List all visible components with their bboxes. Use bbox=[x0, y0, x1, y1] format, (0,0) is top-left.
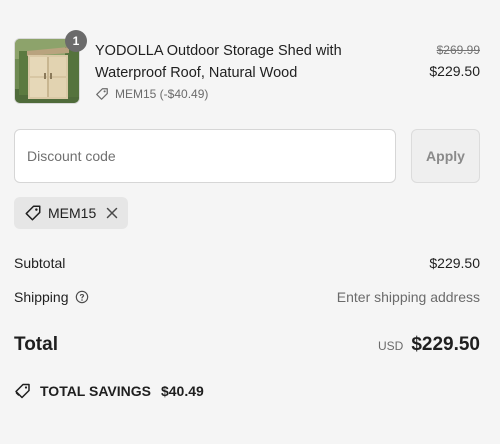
total-amount-group: USD $229.50 bbox=[378, 334, 480, 356]
quantity-badge: 1 bbox=[65, 30, 87, 52]
total-label: Total bbox=[14, 334, 58, 355]
subtotal-value: $229.50 bbox=[429, 255, 480, 271]
total-row: Total USD $229.50 bbox=[14, 334, 480, 362]
product-discount: MEM15 (-$40.49) bbox=[95, 87, 365, 101]
original-price: $269.99 bbox=[436, 43, 480, 57]
shipping-value: Enter shipping address bbox=[336, 289, 480, 305]
savings-value: $40.49 bbox=[160, 383, 204, 399]
tag-icon bbox=[96, 88, 108, 100]
subtotal-row: Subtotal $229.50 bbox=[14, 255, 480, 275]
product-info: YODOLLA Outdoor Storage Shed with Waterp… bbox=[95, 40, 365, 101]
product-name: YODOLLA Outdoor Storage Shed with Waterp… bbox=[95, 43, 342, 81]
shipping-label: Shipping bbox=[14, 289, 69, 305]
shipping-row: Shipping Enter shipping address bbox=[14, 289, 480, 309]
tag-icon bbox=[25, 205, 41, 221]
discount-form: Apply bbox=[14, 129, 480, 183]
currency-code: USD bbox=[377, 339, 404, 353]
help-icon[interactable] bbox=[75, 290, 89, 304]
subtotal-label: Subtotal bbox=[14, 255, 66, 271]
applied-discount-chip: MEM15 bbox=[14, 197, 129, 229]
current-price: $229.50 bbox=[429, 63, 480, 79]
line-item: 1 YODOLLA Outdoor Storage Shed with Wate… bbox=[14, 30, 480, 108]
product-prices: $269.99 $229.50 bbox=[429, 42, 480, 82]
total-value: $229.50 bbox=[411, 334, 480, 355]
savings-label: TOTAL SAVINGS bbox=[40, 383, 151, 399]
product-discount-label: MEM15 (-$40.49) bbox=[115, 87, 209, 101]
total-savings: TOTAL SAVINGS $40.49 bbox=[14, 382, 204, 400]
shipping-label-group: Shipping bbox=[14, 289, 89, 305]
remove-discount-button[interactable] bbox=[106, 207, 118, 219]
discount-code-input[interactable] bbox=[14, 129, 396, 183]
tags-icon bbox=[15, 383, 30, 399]
applied-code-label: MEM15 bbox=[48, 205, 97, 221]
apply-button[interactable]: Apply bbox=[411, 129, 480, 183]
close-icon[interactable] bbox=[106, 207, 118, 219]
order-summary: 1 YODOLLA Outdoor Storage Shed with Wate… bbox=[0, 0, 500, 444]
